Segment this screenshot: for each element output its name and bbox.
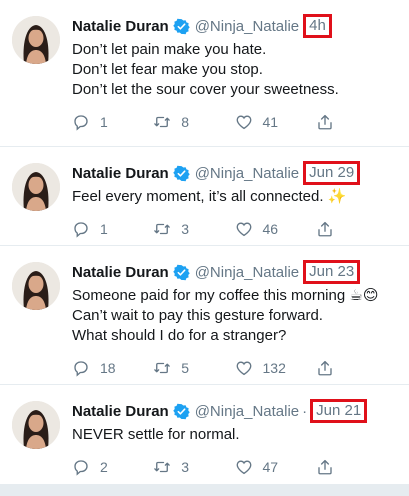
author-name[interactable]: Natalie Duran — [72, 403, 169, 420]
like-count: 46 — [262, 221, 279, 237]
author-handle[interactable]: @Ninja_Natalie — [195, 403, 299, 420]
share-button[interactable] — [316, 220, 397, 238]
tweet[interactable]: Natalie Duran @Ninja_Natalie Jun 29 Feel… — [0, 147, 409, 246]
tweet-timestamp[interactable]: Jun 23 — [303, 260, 361, 284]
like-button[interactable]: 41 — [235, 113, 316, 131]
avatar[interactable] — [12, 401, 60, 449]
share-icon — [318, 114, 332, 130]
feed-bottom-divider — [0, 484, 409, 496]
tweet-line: Don’t let fear make you stop. — [72, 61, 263, 78]
tweet-line: Don’t let the sour cover your sweetness. — [72, 81, 339, 98]
tweet[interactable]: Natalie Duran @Ninja_Natalie Jun 23 Some… — [0, 246, 409, 385]
reply-icon — [74, 222, 88, 238]
tweet-header: Natalie Duran @Ninja_Natalie Jun 29 — [72, 161, 397, 185]
share-button[interactable] — [316, 458, 397, 476]
retweet-count: 3 — [181, 459, 190, 475]
author-name[interactable]: Natalie Duran — [72, 264, 169, 281]
reply-button[interactable]: 2 — [72, 458, 153, 476]
retweet-count: 5 — [181, 360, 190, 376]
tweet-header: Natalie Duran @Ninja_Natalie · Jun 21 — [72, 399, 397, 423]
tweet-text: Don’t let pain make you hate. Don’t let … — [72, 40, 397, 100]
reply-button[interactable]: 1 — [72, 113, 153, 131]
tweet-timestamp[interactable]: Jun 29 — [303, 161, 361, 185]
verified-badge-icon — [172, 165, 190, 182]
heart-icon — [236, 222, 251, 237]
author-handle[interactable]: @Ninja_Natalie — [195, 264, 299, 281]
tweet-timestamp[interactable]: Jun 21 — [310, 399, 368, 423]
retweet-icon — [154, 461, 171, 473]
like-count: 132 — [262, 360, 286, 376]
reply-icon — [74, 460, 88, 476]
author-name[interactable]: Natalie Duran — [72, 18, 169, 35]
tweet-actions: 2 3 47 — [72, 457, 397, 477]
avatar[interactable] — [12, 16, 60, 64]
tweet-header: Natalie Duran @Ninja_Natalie Jun 23 — [72, 260, 397, 284]
tweet-line: Don’t let pain make you hate. — [72, 41, 267, 58]
share-button[interactable] — [316, 359, 397, 377]
tweet-text: Someone paid for my coffee this morning … — [72, 286, 397, 346]
share-button[interactable] — [316, 113, 397, 131]
avatar[interactable] — [12, 262, 60, 310]
author-handle[interactable]: @Ninja_Natalie — [195, 18, 299, 35]
retweet-icon — [154, 116, 171, 128]
retweet-button[interactable]: 3 — [153, 220, 234, 238]
share-icon — [318, 221, 332, 237]
retweet-button[interactable]: 3 — [153, 458, 234, 476]
tweet[interactable]: Natalie Duran @Ninja_Natalie · Jun 21 NE… — [0, 385, 409, 484]
like-count: 41 — [262, 114, 279, 130]
tweet-actions: 1 3 46 — [72, 219, 397, 239]
author-name[interactable]: Natalie Duran — [72, 165, 169, 182]
retweet-button[interactable]: 8 — [153, 113, 234, 131]
retweet-count: 3 — [181, 221, 190, 237]
tweet-line: NEVER settle for normal. — [72, 426, 240, 443]
share-icon — [318, 459, 332, 475]
tweet-text: Feel every moment, it’s all connected. ✨ — [72, 187, 397, 207]
avatar[interactable] — [12, 163, 60, 211]
tweet-timestamp[interactable]: 4h — [303, 14, 332, 38]
author-handle[interactable]: @Ninja_Natalie — [195, 165, 299, 182]
verified-badge-icon — [172, 264, 190, 281]
tweet-line: Someone paid for my coffee this morning … — [72, 287, 379, 304]
retweet-icon — [154, 223, 171, 235]
reply-count: 18 — [100, 360, 116, 376]
reply-count: 1 — [100, 221, 108, 237]
tweet-feed: Natalie Duran @Ninja_Natalie 4h Don’t le… — [0, 0, 409, 496]
retweet-icon — [154, 362, 171, 374]
tweet-line: Feel every moment, it’s all connected. ✨ — [72, 188, 347, 205]
like-button[interactable]: 132 — [235, 359, 316, 377]
reply-count: 1 — [100, 114, 108, 130]
tweet-text: NEVER settle for normal. — [72, 425, 397, 445]
tweet-line: What should I do for a stranger? — [72, 327, 287, 344]
heart-icon — [236, 115, 251, 130]
tweet-actions: 1 8 41 — [72, 112, 397, 132]
retweet-button[interactable]: 5 — [153, 359, 234, 377]
heart-icon — [236, 460, 251, 475]
tweet-header: Natalie Duran @Ninja_Natalie 4h — [72, 14, 397, 38]
reply-count: 2 — [100, 459, 108, 475]
retweet-count: 8 — [181, 114, 190, 130]
tweet-actions: 18 5 132 — [72, 358, 397, 378]
reply-icon — [74, 115, 88, 131]
like-button[interactable]: 47 — [235, 458, 316, 476]
like-button[interactable]: 46 — [235, 220, 316, 238]
reply-button[interactable]: 18 — [72, 359, 153, 377]
like-count: 47 — [262, 459, 279, 475]
reply-button[interactable]: 1 — [72, 220, 153, 238]
verified-badge-icon — [172, 18, 190, 35]
heart-icon — [236, 361, 251, 376]
reply-icon — [74, 361, 88, 377]
share-icon — [318, 360, 332, 376]
tweet[interactable]: Natalie Duran @Ninja_Natalie 4h Don’t le… — [0, 0, 409, 147]
timestamp-separator: · — [302, 402, 308, 420]
verified-badge-icon — [172, 403, 190, 420]
tweet-line: Can’t wait to pay this gesture forward. — [72, 307, 323, 324]
